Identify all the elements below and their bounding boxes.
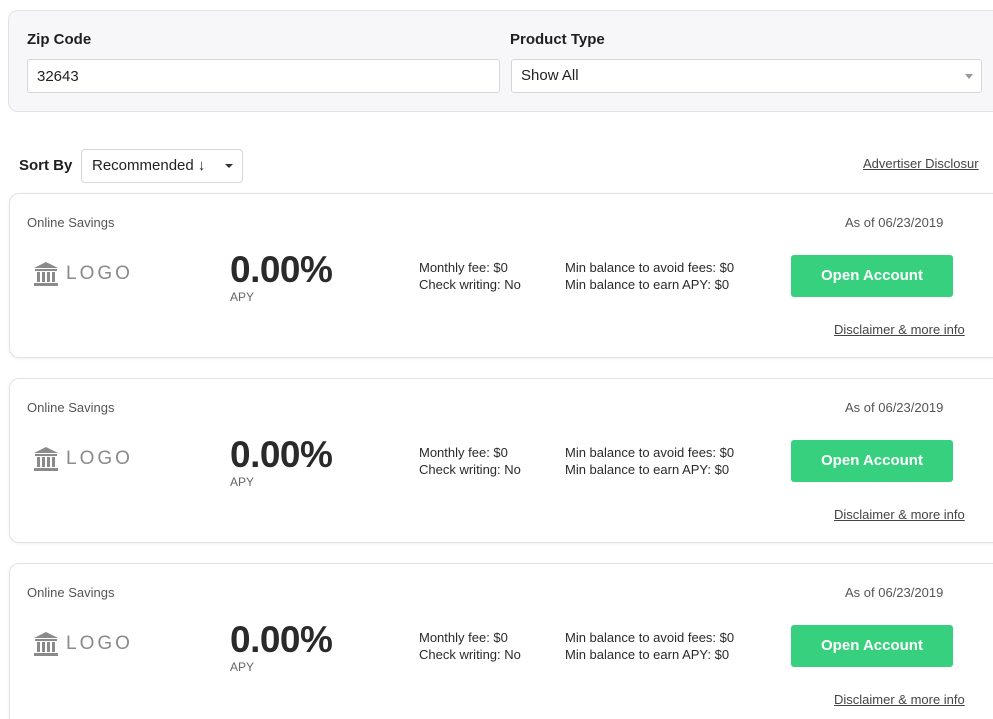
bank-logo: LOGO — [32, 630, 133, 658]
caret-down-icon — [225, 164, 233, 168]
zip-code-label: Zip Code — [27, 31, 92, 48]
sort-value: Recommended ↓ — [92, 157, 206, 174]
monthly-fee: Monthly fee: $0 — [419, 445, 508, 460]
product-type: Online Savings — [27, 215, 115, 230]
filter-panel: Zip Code Product Type Show All — [8, 10, 993, 112]
as-of-date: As of 06/23/2019 — [845, 585, 944, 600]
page: Zip Code Product Type Show All Sort By R… — [0, 0, 993, 719]
as-of-date: As of 06/23/2019 — [845, 400, 944, 415]
advertiser-disclosure-link[interactable]: Advertiser Disclosur — [863, 156, 979, 171]
bank-logo: LOGO — [32, 260, 133, 288]
apy-label: APY — [230, 290, 255, 304]
check-writing: Check writing: No — [419, 277, 521, 292]
apy-rate: 0.00% — [230, 249, 333, 290]
disclaimer-link[interactable]: Disclaimer & more info — [834, 322, 965, 337]
open-account-button[interactable]: Open Account — [791, 440, 953, 482]
check-writing: Check writing: No — [419, 647, 521, 662]
min-balance-earn-apy: Min balance to earn APY: $0 — [565, 462, 730, 477]
apy-label: APY — [230, 660, 255, 674]
apy-label: APY — [230, 475, 255, 489]
product-type-label: Product Type — [510, 31, 605, 48]
open-account-button[interactable]: Open Account — [791, 625, 953, 667]
as-of-date: As of 06/23/2019 — [845, 215, 944, 230]
logo-text: LOGO — [66, 633, 133, 654]
bank-icon — [34, 262, 58, 286]
product-type: Online Savings — [27, 400, 115, 415]
min-balance-avoid-fees: Min balance to avoid fees: $0 — [565, 630, 735, 645]
monthly-fee: Monthly fee: $0 — [419, 630, 508, 645]
min-balance-earn-apy: Min balance to earn APY: $0 — [565, 647, 730, 662]
open-account-button[interactable]: Open Account — [791, 255, 953, 297]
offer-card: Online Savings As of 06/23/2019 LOGO 0.0… — [9, 563, 993, 719]
product-type: Online Savings — [27, 585, 115, 600]
chevron-down-icon — [965, 74, 973, 79]
bank-icon — [34, 632, 58, 656]
apy-rate: 0.00% — [230, 619, 333, 660]
logo-text: LOGO — [66, 263, 133, 284]
sort-dropdown[interactable]: Recommended ↓ — [81, 149, 243, 183]
logo-text: LOGO — [66, 448, 133, 469]
offer-card: Online Savings As of 06/23/2019 LOGO 0.0… — [9, 378, 993, 543]
offer-card: Online Savings As of 06/23/2019 LOGO 0.0… — [9, 193, 993, 358]
sort-by-label: Sort By — [19, 157, 73, 174]
bank-logo: LOGO — [32, 445, 133, 473]
monthly-fee: Monthly fee: $0 — [419, 260, 508, 275]
apy-rate: 0.00% — [230, 434, 333, 475]
min-balance-earn-apy: Min balance to earn APY: $0 — [565, 277, 730, 292]
disclaimer-link[interactable]: Disclaimer & more info — [834, 507, 965, 522]
product-type-value: Show All — [521, 67, 579, 84]
disclaimer-link[interactable]: Disclaimer & more info — [834, 692, 965, 707]
min-balance-avoid-fees: Min balance to avoid fees: $0 — [565, 445, 735, 460]
check-writing: Check writing: No — [419, 462, 521, 477]
bank-icon — [34, 447, 58, 471]
product-type-select[interactable]: Show All — [511, 59, 982, 93]
zip-code-input[interactable] — [27, 59, 500, 93]
min-balance-avoid-fees: Min balance to avoid fees: $0 — [565, 260, 735, 275]
